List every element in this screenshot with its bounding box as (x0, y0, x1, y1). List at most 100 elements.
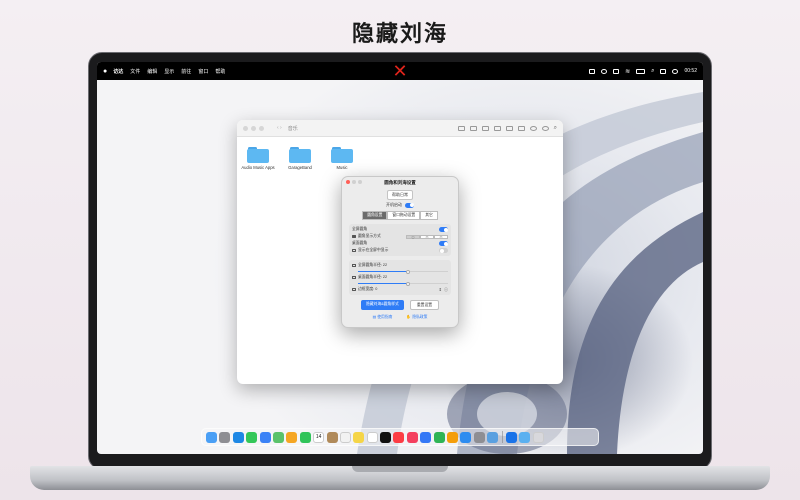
help-button[interactable]: 帮助日常 (387, 190, 413, 200)
action-icon[interactable] (541, 125, 549, 131)
control-center-icon[interactable] (660, 68, 667, 74)
appletv-icon[interactable] (380, 431, 392, 443)
dialog-zoom-button[interactable] (358, 180, 362, 184)
desktop-radius-slider[interactable] (358, 281, 448, 286)
status-app-icon[interactable] (589, 68, 596, 74)
news-icon[interactable] (406, 431, 418, 443)
volume-icon[interactable] (613, 68, 620, 74)
finder-title: 音乐 (287, 125, 298, 132)
dock-separator (501, 431, 503, 443)
appstore-icon[interactable] (460, 431, 472, 443)
show-in-fullscreen-toggle[interactable] (439, 248, 448, 253)
folder-label: Audio Music Apps (241, 165, 275, 170)
finder-toolbar: ‹ › 音乐 ⌕ (237, 120, 563, 137)
finder-search-icon[interactable]: ⌕ (554, 125, 557, 132)
desktop-corners-toggle[interactable] (439, 241, 448, 246)
maps-icon[interactable] (272, 431, 284, 443)
siri-icon[interactable] (672, 68, 679, 74)
fullscreen-radius-label: 全屏圆角半径: 22 (358, 263, 388, 267)
fullscreen-corners-toggle[interactable] (439, 227, 448, 232)
tag-icon[interactable] (529, 125, 537, 131)
desktop-radius-label: 桌面圆角半径: 22 (358, 275, 388, 280)
dialog-minimize-button[interactable] (352, 180, 356, 184)
share-icon[interactable] (517, 125, 525, 131)
contacts-icon[interactable] (326, 431, 338, 443)
desktop-corners-label: 桌面圆角 (352, 241, 368, 245)
safari-icon[interactable] (232, 431, 244, 443)
battery-icon[interactable] (636, 68, 646, 74)
folder-label: Music (336, 165, 348, 170)
tab-corner-settings[interactable]: 圆角设置 (362, 211, 388, 220)
info-icon[interactable]: ⓘ (444, 287, 448, 293)
finder-icon[interactable] (206, 431, 217, 443)
downloads-icon[interactable] (519, 431, 531, 443)
folder-icon (247, 147, 269, 163)
fullscreen-show-icon (352, 249, 356, 252)
menu-clock[interactable]: 00:52 (684, 68, 697, 74)
privacy-policy-label: 隐私政策 (412, 315, 428, 320)
hide-notch-button[interactable]: 隐藏刘海&圆角样式 (360, 300, 404, 311)
music-icon[interactable] (393, 431, 405, 443)
display-mode-option-3[interactable]: ▭ (434, 234, 448, 239)
finder-minimize-button[interactable] (251, 125, 256, 131)
calendar-icon[interactable]: 14 (313, 431, 325, 443)
corner-display-mode-selector[interactable]: ▢ ▭ ▭ (406, 234, 448, 239)
reminders-icon[interactable] (339, 431, 351, 443)
menu-item-help[interactable]: 帮助 (215, 68, 225, 75)
laptop-base-notch (352, 466, 448, 472)
stepper-icon[interactable]: ⇕ (439, 287, 442, 292)
pages-icon[interactable] (447, 431, 459, 443)
notes-icon[interactable] (353, 431, 365, 443)
view-columns-icon[interactable] (481, 125, 489, 131)
finder-close-button[interactable] (243, 125, 248, 131)
dialog-close-button[interactable] (346, 180, 350, 184)
keynote-icon[interactable] (420, 431, 432, 443)
messages-icon[interactable] (246, 431, 258, 443)
trash-icon[interactable] (532, 431, 544, 443)
wifi-icon[interactable]: ≋ (625, 68, 630, 75)
facetime-icon[interactable] (299, 431, 311, 443)
settings-icon[interactable] (473, 431, 485, 443)
user-guide-link[interactable]: ▤ 使用指南 (373, 314, 393, 320)
mail-icon[interactable] (259, 431, 271, 443)
menu-item-edit[interactable]: 编辑 (147, 68, 157, 75)
xcode-icon[interactable] (505, 431, 517, 443)
view-gallery-icon[interactable] (493, 125, 501, 131)
tab-window-drag[interactable]: 窗口拖动设置 (387, 211, 421, 220)
menu-item-file[interactable]: 文件 (130, 68, 140, 75)
finder-zoom-button[interactable] (259, 125, 264, 131)
folder-item[interactable]: Music (325, 147, 359, 170)
back-icon[interactable]: ‹ › (277, 125, 282, 131)
menu-item-go[interactable]: 前往 (181, 68, 191, 75)
privacy-policy-link[interactable]: ✋ 隐私政策 (406, 314, 427, 320)
launchpad-icon[interactable] (219, 431, 231, 443)
dock: 14 (201, 428, 599, 446)
folder-item[interactable]: Audio Music Apps (241, 147, 275, 170)
menu-item-window[interactable]: 窗口 (198, 68, 208, 75)
menu-item-finder[interactable]: 访达 (113, 68, 123, 75)
view-icons-icon[interactable] (457, 125, 465, 131)
photos-icon[interactable] (286, 431, 298, 443)
menu-item-view[interactable]: 显示 (164, 68, 174, 75)
freeform-icon[interactable] (366, 431, 378, 443)
settings-tabs: 圆角设置 窗口拖动设置 其它 (342, 211, 458, 220)
reset-settings-button[interactable]: 重置设置 (409, 300, 440, 311)
group-icon[interactable] (505, 125, 513, 131)
show-in-fullscreen-label: 显示在全屏中显示 (358, 248, 389, 252)
launch-at-login-toggle[interactable] (405, 202, 414, 208)
search-icon[interactable]: ⌕ (651, 68, 654, 75)
tab-other[interactable]: 其它 (420, 211, 438, 220)
notch-hidden-marker-icon: ✕ (392, 62, 408, 81)
corner-display-mode-label: 圆角显示方式 (358, 234, 381, 238)
corner-options-group: 全屏圆角 圆角显示方式 ▢ ▭ ▭ 桌面圆角 显示在全屏中显示 (349, 224, 451, 256)
apple-menu-icon[interactable]: ● (103, 68, 107, 75)
display-mode-option-2[interactable]: ▭ (420, 234, 434, 239)
display-mode-option-1[interactable]: ▢ (406, 234, 420, 239)
folder-item[interactable]: GarageBand (283, 147, 317, 170)
numbers-icon[interactable] (433, 431, 445, 443)
status-app-2-icon[interactable] (601, 68, 608, 74)
user-guide-label: 使用指南 (377, 315, 393, 320)
view-list-icon[interactable] (469, 125, 477, 131)
preview-icon[interactable] (487, 431, 499, 443)
fullscreen-radius-slider[interactable] (358, 269, 448, 274)
